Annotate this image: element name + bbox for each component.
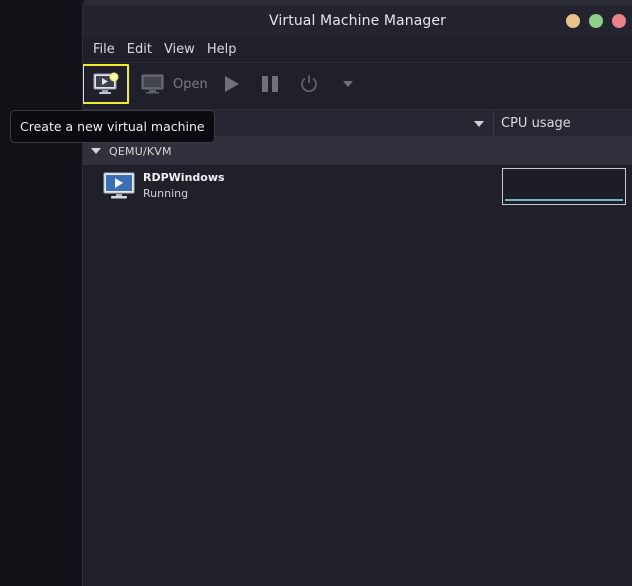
play-icon [225,76,239,92]
toolbar: Open [83,63,632,109]
window-title: Virtual Machine Manager [269,13,446,29]
monitor-icon [141,74,164,94]
vm-status: Running [143,187,189,200]
menu-view[interactable]: View [158,37,201,63]
running-vm-icon [103,172,135,199]
shutdown-button[interactable] [299,66,319,102]
connection-label: QEMU/KVM [109,144,172,158]
open-label: Open [173,76,208,92]
chevron-down-icon [343,81,353,87]
sort-arrow-icon[interactable] [473,119,485,129]
desktop-background [0,0,82,586]
vm-row-rdpwindows[interactable]: RDPWindows Running [83,165,632,205]
window-controls [566,14,626,28]
pause-icon [262,76,278,92]
new-vm-tooltip: Create a new virtual machine [10,110,215,143]
cpu-usage-graph [502,168,626,205]
pause-button[interactable] [261,66,279,102]
open-button[interactable]: Open [141,66,208,102]
minimize-button[interactable] [566,14,580,28]
vm-name: RDPWindows [143,171,225,184]
menu-edit[interactable]: Edit [121,37,158,63]
close-button[interactable] [612,14,626,28]
menu-file[interactable]: File [87,37,121,63]
menu-bar: File Edit View Help [83,37,632,63]
run-button[interactable] [223,66,241,102]
cpu-usage-column-header[interactable]: CPU usage [501,110,571,137]
cpu-usage-line [505,199,623,201]
power-icon [301,75,317,93]
expander-arrow-icon[interactable] [91,147,101,155]
new-vm-button[interactable] [83,64,129,104]
vmm-window: Virtual Machine Manager File Edit View H… [82,4,632,586]
column-divider[interactable] [493,110,494,138]
new-vm-icon [93,72,118,94]
maximize-button[interactable] [589,14,603,28]
menu-help[interactable]: Help [201,37,243,63]
title-bar[interactable]: Virtual Machine Manager [83,5,632,37]
shutdown-menu-button[interactable] [341,66,355,102]
